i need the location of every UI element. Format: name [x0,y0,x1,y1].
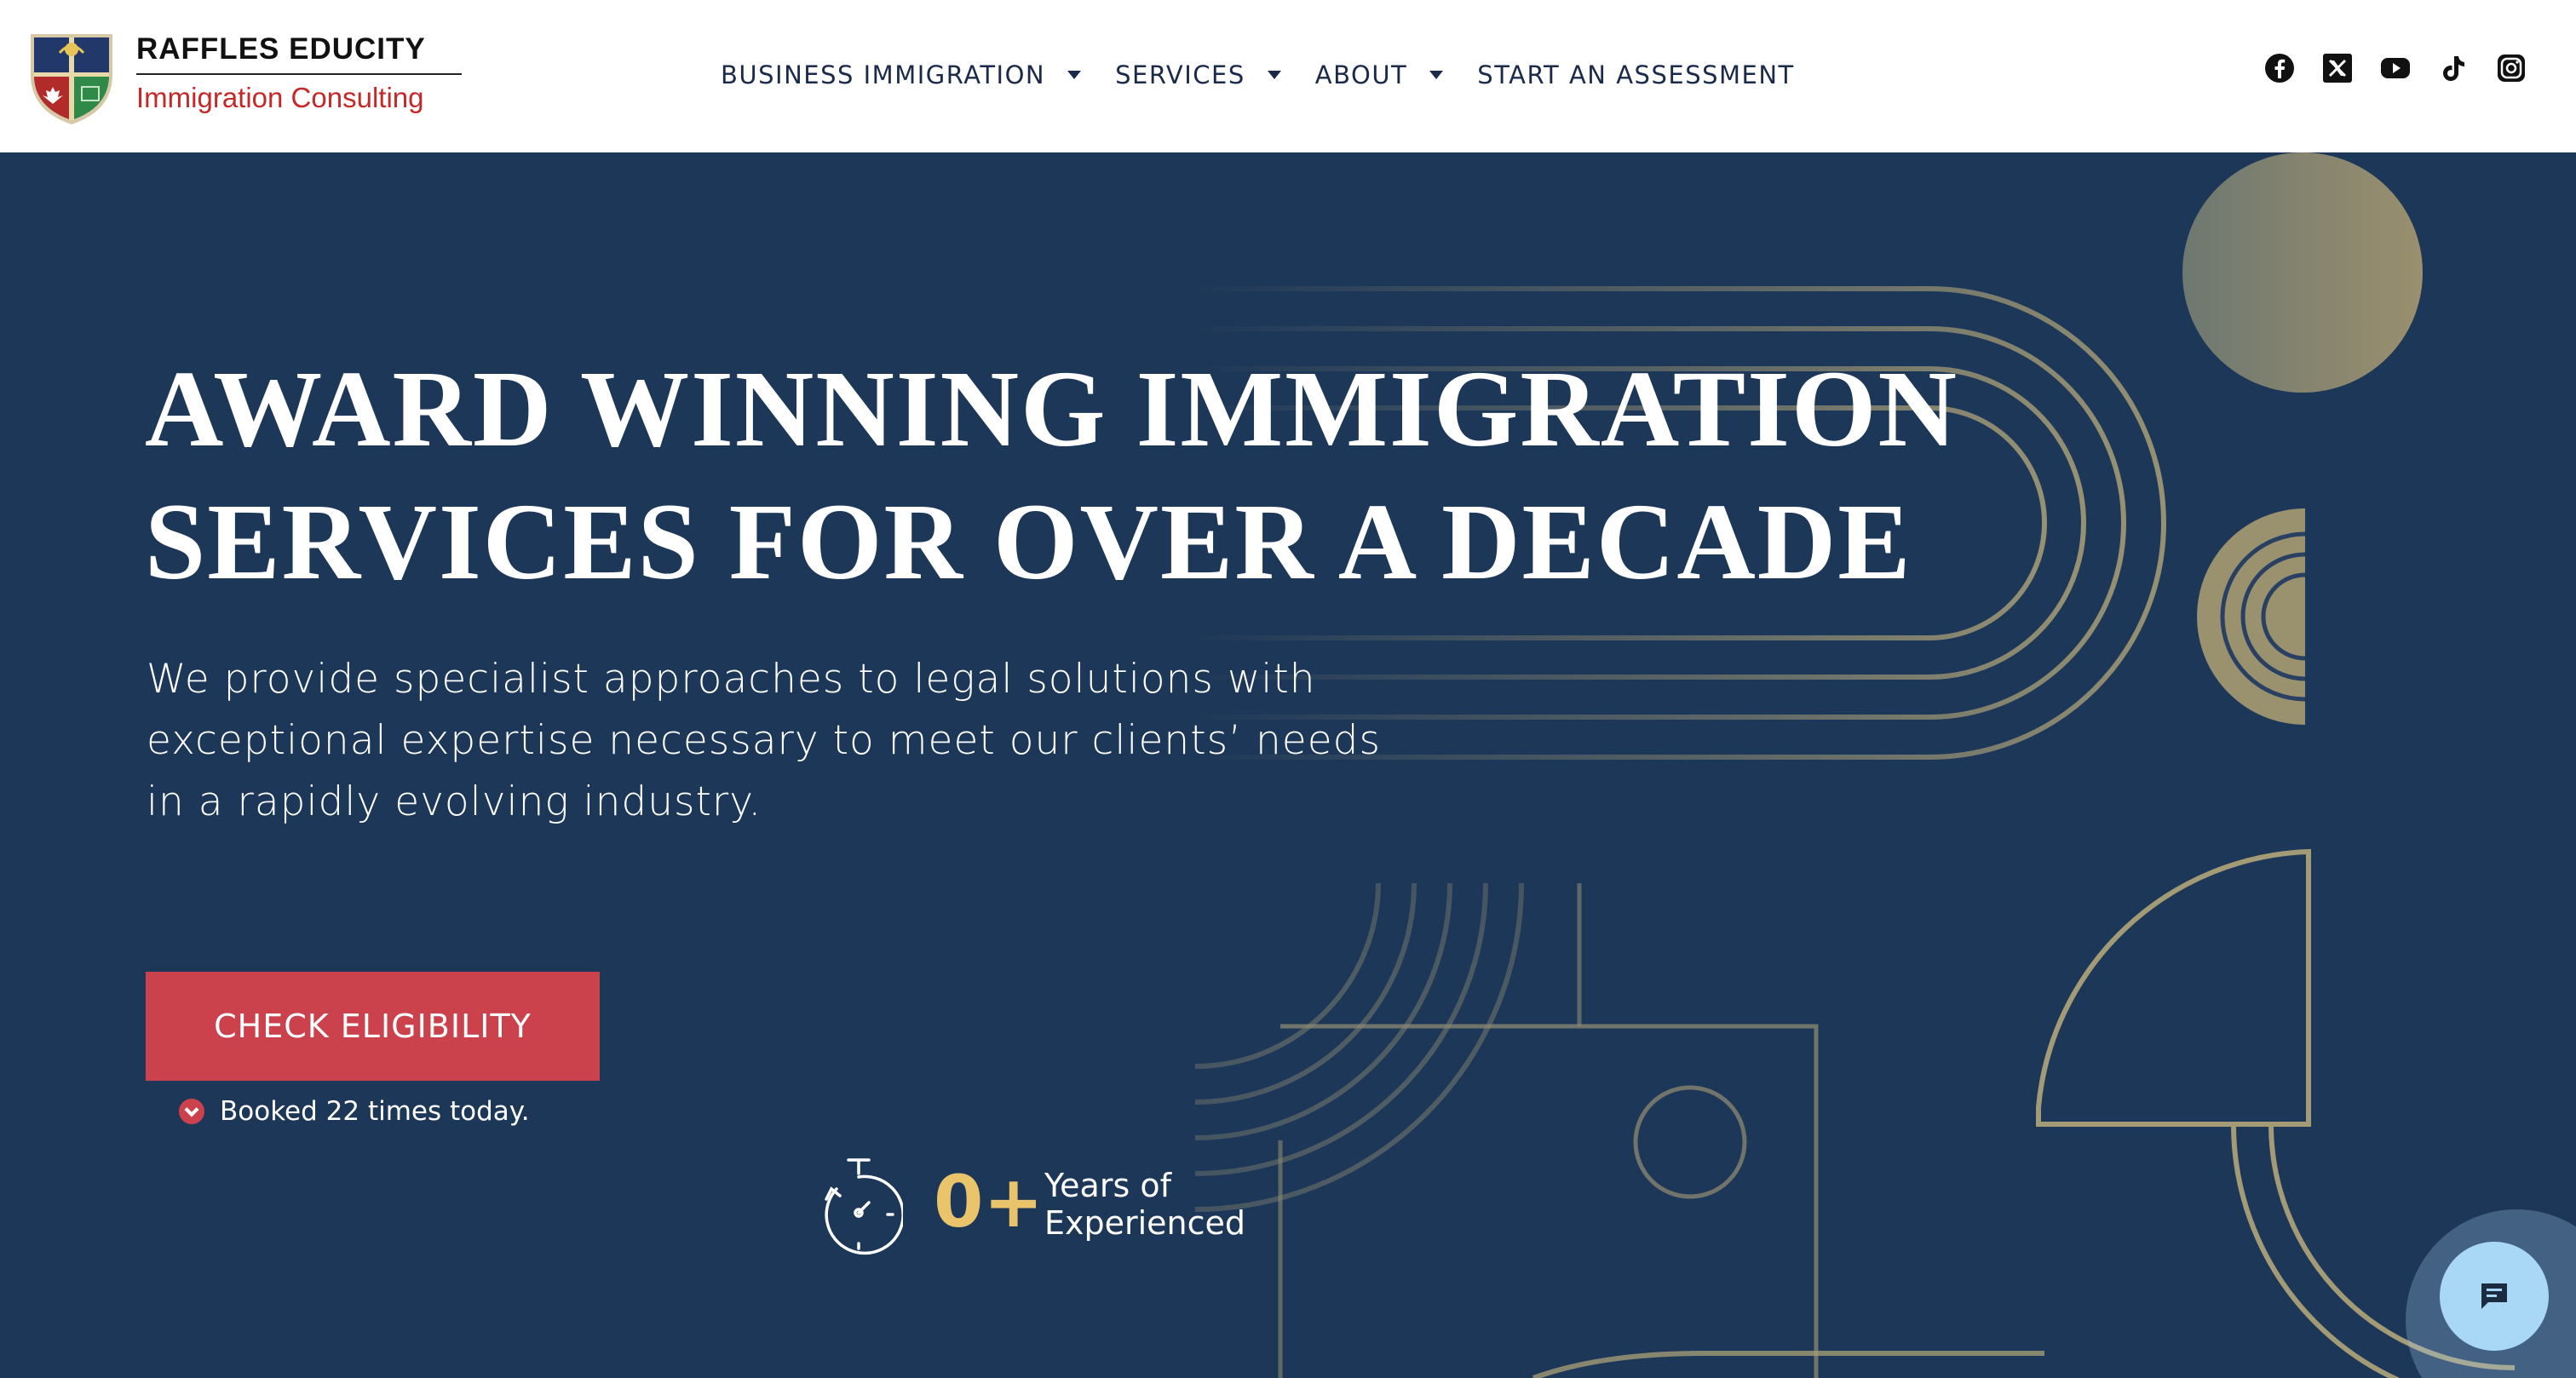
nav-label: ABOUT [1314,60,1408,89]
hero-desc-line: We provide specialist approaches to lega… [147,656,1316,703]
hero-title-line: SERVICES FOR OVER A DECADE [145,481,1912,602]
brand-logo[interactable]: RAFFLES EDUCITY Immigration Consulting [26,22,462,131]
brand-divider [136,73,462,75]
stat-label-line: Experienced [1044,1204,1246,1242]
hero-title-line: AWARD WINNING IMMIGRATION [145,348,1958,469]
brand-name: RAFFLES EDUCITY [136,32,426,66]
nav-services[interactable]: SERVICES [1115,56,1315,94]
chat-button[interactable] [2440,1242,2549,1351]
nav-label: BUSINESS IMMIGRATION [721,60,1046,89]
stat-label: Years of Experienced [1044,1167,1245,1242]
nav-business-immigration[interactable]: BUSINESS IMMIGRATION [721,56,1115,94]
nav-about[interactable]: ABOUT [1315,56,1478,94]
instagram-icon[interactable] [2496,53,2527,83]
chevron-down-icon [1267,71,1281,79]
booked-indicator: Booked 22 times today. [179,1096,530,1127]
chevron-down-icon [1067,71,1082,79]
nav-label: START AN ASSESSMENT [1477,60,1795,89]
stat-value: 0+ [934,1160,1044,1243]
hero-desc-line: in a rapidly evolving industry. [147,778,762,825]
hero-section: AWARD WINNING IMMIGRATION SERVICES FOR O… [0,152,2576,1378]
hero-desc-line: exceptional expertise necessary to meet … [147,717,1381,764]
crest-logo-icon [31,34,112,124]
stat-label-line: Years of [1044,1167,1171,1204]
x-twitter-icon[interactable] [2322,53,2353,83]
youtube-icon[interactable] [2380,53,2411,83]
check-circle-icon [179,1099,204,1124]
hero-title: AWARD WINNING IMMIGRATION SERVICES FOR O… [145,342,1958,608]
brand-tagline: Immigration Consulting [136,82,424,113]
nav-start-assessment[interactable]: START AN ASSESSMENT [1477,56,1794,94]
social-links [2264,49,2554,87]
facebook-icon[interactable] [2264,53,2295,83]
nav-label: SERVICES [1115,60,1245,89]
hero-description: We provide specialist approaches to lega… [147,649,1407,833]
chevron-down-icon [1429,71,1444,79]
chat-bubble-icon [2481,1283,2507,1309]
booked-text: Booked 22 times today. [220,1096,530,1127]
check-eligibility-button[interactable]: CHECK ELIGIBILITY [146,972,600,1081]
tiktok-icon[interactable] [2438,53,2469,83]
stopwatch-icon [825,1158,903,1255]
site-header: RAFFLES EDUCITY Immigration Consulting B… [0,0,2576,152]
main-nav: BUSINESS IMMIGRATION SERVICES ABOUT STAR… [721,56,1795,94]
